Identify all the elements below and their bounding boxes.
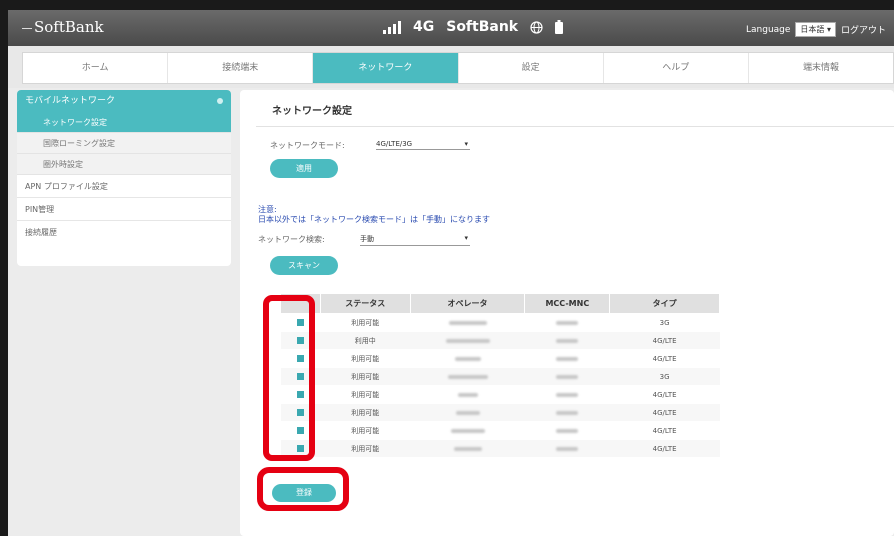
note-text: 日本以外では「ネットワーク検索モード」は「手動」になります [258,215,490,224]
sidebar-item-apn[interactable]: APN プロファイル設定 [17,175,231,198]
tab-settings[interactable]: 設定 [459,53,604,83]
operator-redacted [447,374,488,379]
header-status: ステータス [319,293,411,314]
scan-button[interactable]: スキャン [270,256,338,275]
top-header: SoftBank 4G SoftBank Language 日本語 ▾ ログアウ… [8,10,894,46]
brand-logo: SoftBank [34,18,104,36]
operator-redacted [454,356,481,361]
mcc-mnc-redacted [556,446,579,451]
sidebar-group-label: モバイルネットワーク [25,96,116,106]
network-search-value: 手動 [360,235,374,243]
language-area: Language 日本語 ▾ ログアウト [746,22,886,37]
operator-redacted [453,446,482,451]
table-row: 利用可能 3G [280,367,720,386]
mcc-mnc-redacted [556,320,579,325]
table-row: 利用可能 4G/LTE [280,385,720,404]
battery-icon [555,20,564,34]
row-type: 4G/LTE [609,403,720,422]
tab-connected-devices[interactable]: 接続端末 [168,53,314,83]
network-type: 4G [413,19,435,35]
row-status: 利用可能 [320,367,411,386]
apply-button[interactable]: 適用 [270,159,338,178]
row-status: 利用中 [320,331,411,350]
sidebar-item-history[interactable]: 接続履歴 [17,221,231,244]
tab-device-info[interactable]: 端末情報 [749,53,893,83]
header-type: タイプ [609,293,720,314]
chevron-down-icon: ▾ [464,140,468,148]
network-search-select[interactable]: 手動 ▾ [360,234,470,246]
tab-help[interactable]: ヘルプ [604,53,749,83]
language-select[interactable]: 日本語 ▾ [795,22,836,37]
table-row: 利用可能 4G/LTE [280,439,720,458]
operator-redacted [450,428,485,433]
scan-results-table: ステータス オペレータ MCC-MNC タイプ 利用可能 3G 利用中 4G/L… [280,293,720,458]
sidebar-item-out-of-service[interactable]: 圏外時設定 [17,154,231,175]
sidebar-item-pin[interactable]: PIN管理 [17,198,231,221]
row-status: 利用可能 [320,349,411,368]
collapse-icon [217,98,223,104]
highlight-checkbox-column [263,295,315,461]
row-status: 利用可能 [320,385,411,404]
signal-icon [383,20,401,34]
tab-home[interactable]: ホーム [23,53,169,83]
page-title: ネットワーク設定 [272,106,352,117]
main-tabs: ホーム 接続端末 ネットワーク 設定 ヘルプ 端末情報 [22,52,894,84]
row-type: 4G/LTE [609,439,720,458]
row-type: 3G [609,313,720,332]
globe-icon [530,20,543,34]
mcc-mnc-redacted [556,428,579,433]
carrier-name: SoftBank [446,19,519,35]
row-type: 3G [609,367,720,386]
row-status: 利用可能 [320,403,411,422]
row-status: 利用可能 [320,439,411,458]
row-type: 4G/LTE [609,349,720,368]
row-type: 4G/LTE [609,421,720,440]
table-row: 利用可能 3G [280,313,720,332]
mcc-mnc-redacted [556,338,579,343]
sidebar-item-roaming[interactable]: 国際ローミング設定 [17,133,231,154]
table-header-row: ステータス オペレータ MCC-MNC タイプ [280,293,720,314]
mcc-mnc-redacted [556,374,579,379]
operator-redacted [448,320,487,325]
header-operator: オペレータ [409,293,526,314]
operator-redacted [445,338,490,343]
chevron-down-icon: ▾ [464,234,468,242]
tab-network[interactable]: ネットワーク [313,53,459,83]
row-status: 利用可能 [320,421,411,440]
logout-link[interactable]: ログアウト [841,23,886,36]
nav-bar: ホーム 接続端末 ネットワーク 設定 ヘルプ 端末情報 [8,46,894,88]
title-divider [256,126,894,127]
table-row: 利用可能 4G/LTE [280,421,720,440]
logo-mark [22,28,32,29]
table-row: 利用可能 4G/LTE [280,349,720,368]
operator-redacted [455,410,480,415]
mcc-mnc-redacted [556,392,579,397]
table-row: 利用可能 4G/LTE [280,403,720,422]
row-status: 利用可能 [320,313,411,332]
row-type: 4G/LTE [609,385,720,404]
language-value: 日本語 [800,25,825,34]
operator-redacted [457,392,478,397]
network-mode-select[interactable]: 4G/LTE/3G ▾ [376,140,470,150]
network-mode-label: ネットワークモード: [270,141,345,150]
status-indicators: 4G SoftBank [383,19,564,35]
network-mode-value: 4G/LTE/3G [376,140,413,148]
sidebar-group-mobile-network[interactable]: モバイルネットワーク [17,90,231,112]
mcc-mnc-redacted [556,356,579,361]
highlight-register-button [257,467,349,511]
network-search-label: ネットワーク検索: [258,235,325,244]
sidebar-item-network-settings[interactable]: ネットワーク設定 [17,112,231,133]
header-mcc-mnc: MCC-MNC [524,293,611,314]
table-row: 利用中 4G/LTE [280,331,720,350]
language-label: Language [746,24,791,35]
sidebar: モバイルネットワーク ネットワーク設定 国際ローミング設定 圏外時設定 APN … [17,90,231,266]
mcc-mnc-redacted [556,410,579,415]
row-type: 4G/LTE [609,331,720,350]
